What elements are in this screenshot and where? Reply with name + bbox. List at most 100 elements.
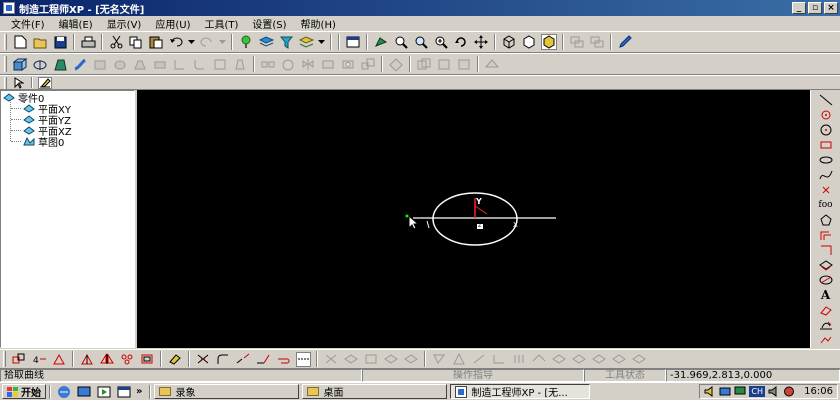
display-window-icon[interactable] xyxy=(345,34,361,50)
surface-c-icon[interactable] xyxy=(472,352,487,367)
surface-cut-icon[interactable] xyxy=(388,56,404,72)
hole-icon[interactable] xyxy=(340,56,356,72)
text-tool[interactable]: foo xyxy=(818,198,834,212)
app-window-icon[interactable] xyxy=(117,385,131,399)
rotate-2d-icon[interactable] xyxy=(52,352,67,367)
surface-h-icon[interactable] xyxy=(572,352,587,367)
shell-icon[interactable] xyxy=(212,56,228,72)
scale-icon[interactable] xyxy=(360,56,376,72)
polygon-tool-icon[interactable] xyxy=(818,213,834,227)
toolbar-grip[interactable] xyxy=(4,76,7,89)
task-desktop[interactable]: 桌面 xyxy=(302,384,448,399)
color-layer-icon[interactable] xyxy=(298,34,314,50)
projection-icon[interactable] xyxy=(818,258,834,272)
wireframe-view-icon[interactable] xyxy=(501,34,517,50)
eraser-tool-icon[interactable] xyxy=(168,352,183,367)
select-arrow-icon[interactable] xyxy=(12,76,26,89)
point-x-icon[interactable] xyxy=(818,183,834,197)
pattern-circular-icon[interactable] xyxy=(280,56,296,72)
layout-alt-icon[interactable] xyxy=(589,34,605,50)
circle-center-icon[interactable] xyxy=(818,123,834,137)
fillet-icon[interactable] xyxy=(172,56,188,72)
hidden-line-icon[interactable] xyxy=(521,34,537,50)
close-button[interactable]: × xyxy=(824,2,838,14)
translate-icon[interactable] xyxy=(12,352,27,367)
curve-fillet-icon[interactable] xyxy=(216,352,231,367)
rib-icon[interactable] xyxy=(320,56,336,72)
revolve-icon[interactable] xyxy=(32,56,48,72)
layers-icon[interactable] xyxy=(258,34,274,50)
curve-trim-icon[interactable] xyxy=(196,352,211,367)
surface-j-icon[interactable] xyxy=(612,352,627,367)
cut-icon[interactable] xyxy=(108,34,124,50)
cut-sweep-icon[interactable] xyxy=(152,56,168,72)
surface-intersect-icon[interactable] xyxy=(818,273,834,287)
print-button[interactable] xyxy=(80,34,96,50)
text-a-tool[interactable]: A xyxy=(818,288,834,302)
line-style-icon[interactable] xyxy=(295,351,311,367)
point-tool-icon[interactable] xyxy=(818,108,834,122)
curve-transform-icon[interactable] xyxy=(818,333,834,347)
cursor-pen-icon[interactable] xyxy=(617,34,633,50)
surface-fillet-icon[interactable] xyxy=(344,352,359,367)
pan-icon[interactable] xyxy=(473,34,489,50)
quicklaunch-more-button[interactable]: » xyxy=(136,386,142,397)
surface-d-icon[interactable] xyxy=(492,352,507,367)
task-cad-app[interactable]: 制造工程师XP - [无... xyxy=(450,384,591,399)
offset-curve-icon[interactable] xyxy=(818,228,834,242)
redo-dropdown-icon[interactable] xyxy=(219,34,226,50)
curve-edit-icon[interactable] xyxy=(818,318,834,332)
boolean-icon[interactable] xyxy=(416,56,432,72)
filter-icon[interactable] xyxy=(278,34,294,50)
scale-2d-icon[interactable] xyxy=(140,352,155,367)
paste-icon[interactable] xyxy=(148,34,164,50)
rotate-view-icon[interactable] xyxy=(453,34,469,50)
surface-f-icon[interactable] xyxy=(532,352,547,367)
tray-app-icon[interactable] xyxy=(783,386,795,397)
cut-loft-icon[interactable] xyxy=(132,56,148,72)
surface-b-icon[interactable] xyxy=(452,352,467,367)
restore-button[interactable]: ▫ xyxy=(808,2,822,14)
network-icon[interactable] xyxy=(719,386,731,397)
new-file-button[interactable] xyxy=(12,34,28,50)
speaker-icon[interactable] xyxy=(768,386,780,397)
draft-icon[interactable] xyxy=(232,56,248,72)
start-button[interactable]: 开始 xyxy=(2,384,46,399)
surface-merge-icon[interactable] xyxy=(404,352,419,367)
menu-file[interactable]: 文件(F) xyxy=(4,16,52,31)
extrude-icon[interactable] xyxy=(12,56,28,72)
curve-join-icon[interactable] xyxy=(276,352,291,367)
ellipse-tool-icon[interactable] xyxy=(818,153,834,167)
minimize-button[interactable]: _ xyxy=(792,2,806,14)
cut-extrude-icon[interactable] xyxy=(92,56,108,72)
surface-a-icon[interactable] xyxy=(432,352,447,367)
save-button[interactable] xyxy=(52,34,68,50)
rotate-3d-icon[interactable] xyxy=(80,352,95,367)
pointer-light-icon[interactable] xyxy=(238,34,254,50)
menu-apply[interactable]: 应用(U) xyxy=(148,16,197,31)
copy-move-icon[interactable]: 4 xyxy=(32,352,47,367)
array-icon[interactable] xyxy=(120,352,135,367)
dynamic-zoom-icon[interactable] xyxy=(433,34,449,50)
menu-help[interactable]: 帮助(H) xyxy=(294,16,343,31)
curve-break-icon[interactable] xyxy=(236,352,251,367)
monitor-icon[interactable] xyxy=(734,386,746,397)
sweep-icon[interactable] xyxy=(72,56,88,72)
redo-icon[interactable] xyxy=(199,34,215,50)
media-icon[interactable] xyxy=(97,385,111,399)
sketch-mode-icon[interactable] xyxy=(38,76,52,89)
surface-k-icon[interactable] xyxy=(632,352,647,367)
eraser-icon[interactable] xyxy=(818,303,834,317)
trim-tool-icon[interactable] xyxy=(818,243,834,257)
redraw-icon[interactable] xyxy=(373,34,389,50)
menu-edit[interactable]: 编辑(E) xyxy=(52,16,100,31)
solid-surface-icon[interactable] xyxy=(484,56,500,72)
surface-trim-icon[interactable] xyxy=(324,352,339,367)
surface-extend-icon[interactable] xyxy=(364,352,379,367)
rectangle-tool-icon[interactable] xyxy=(818,138,834,152)
surface-stitch-icon[interactable] xyxy=(384,352,399,367)
line-tool-icon[interactable] xyxy=(818,93,834,107)
mirror-icon[interactable] xyxy=(100,352,115,367)
toolbar-grip[interactable] xyxy=(3,351,6,367)
layout-icon[interactable] xyxy=(569,34,585,50)
